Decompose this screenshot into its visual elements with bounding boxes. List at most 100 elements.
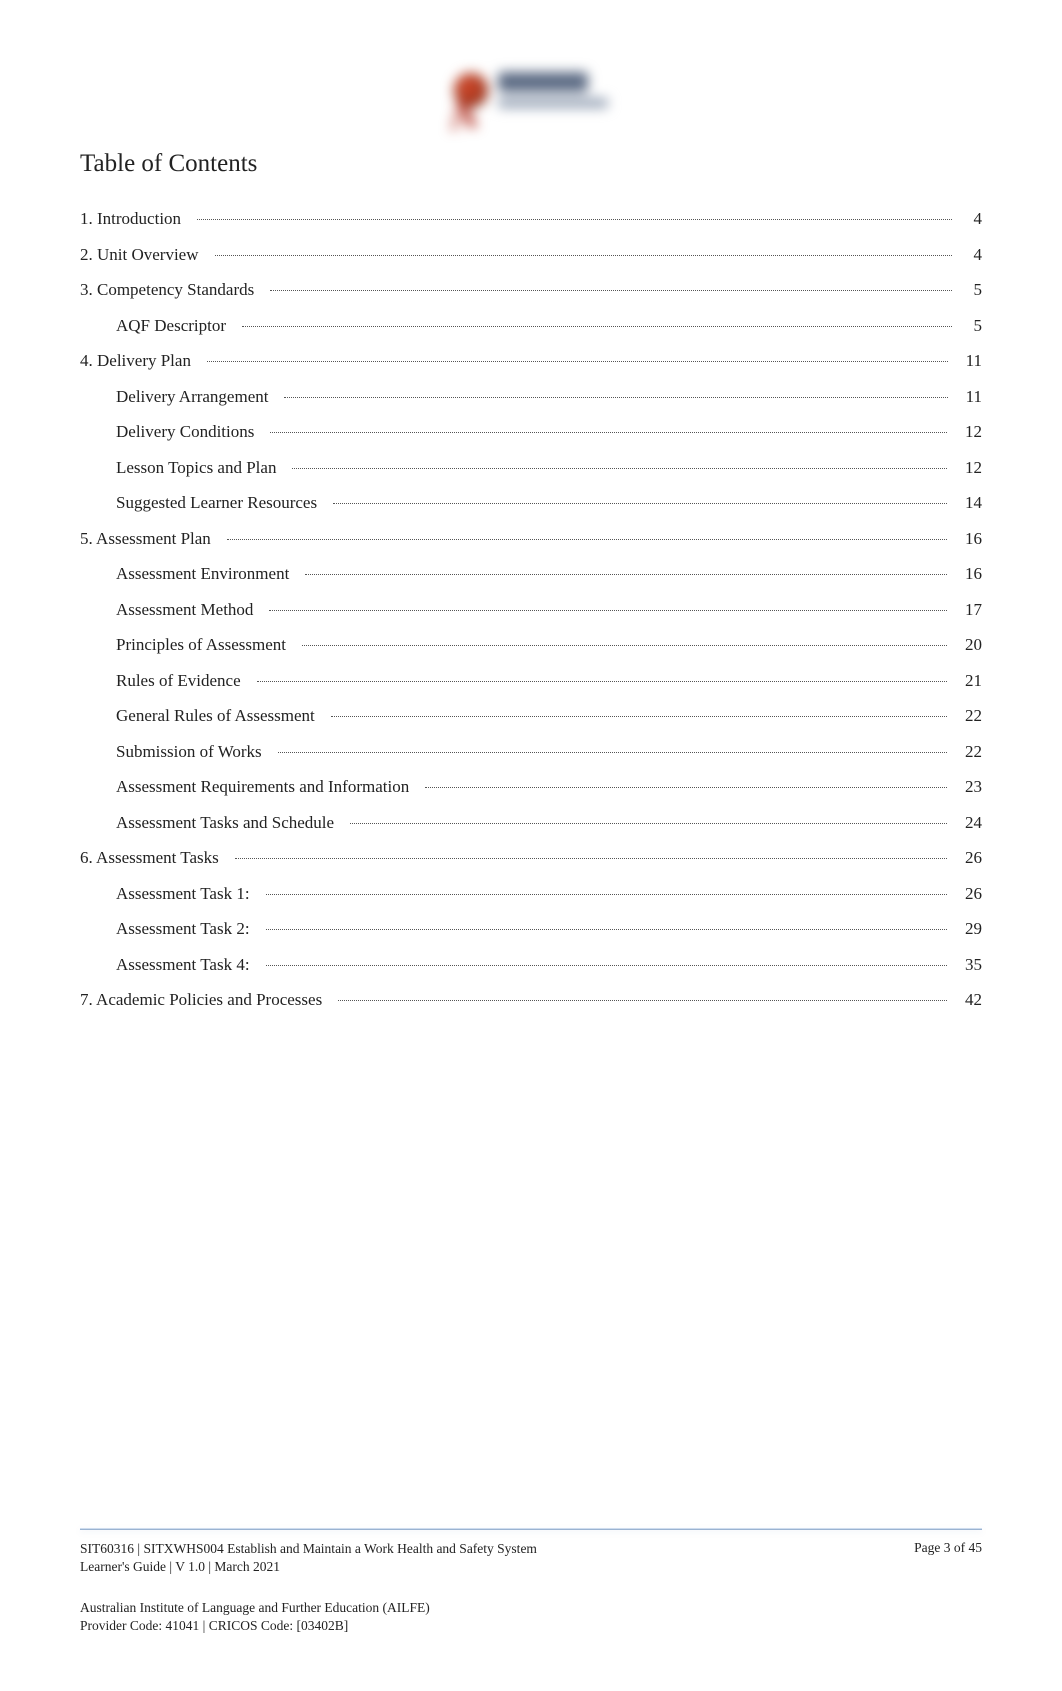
toc-leader-dots [302,645,947,646]
toc-row: Rules of Evidence 21 [80,668,982,694]
institution-logo-blurred: A [421,50,641,130]
toc-leader-dots [425,787,947,788]
toc-leader-dots [284,397,947,398]
toc-entry-label: 1. Introduction [80,206,193,232]
toc-entry-label: Lesson Topics and Plan [116,455,288,481]
toc-row: 6. Assessment Tasks 26 [80,845,982,871]
toc-leader-dots [331,716,947,717]
toc-row: 1. Introduction 4 [80,206,982,232]
toc-entry-page: 26 [951,845,982,871]
toc-entry-page: 20 [951,632,982,658]
toc-row: Assessment Tasks and Schedule 24 [80,810,982,836]
toc-entry-page: 42 [951,987,982,1013]
toc-entry-label: 6. Assessment Tasks [80,845,231,871]
toc-leader-dots [350,823,947,824]
toc-entry-label: Assessment Task 2: [116,916,262,942]
toc-row: AQF Descriptor 5 [80,313,982,339]
page-footer: SIT60316 | SITXWHS004 Establish and Main… [80,1528,982,1635]
toc-leader-dots [257,681,947,682]
toc-row: Delivery Conditions 12 [80,419,982,445]
toc-entry-label: Principles of Assessment [116,632,298,658]
toc-entry-label: 2. Unit Overview [80,242,211,268]
toc-leader-dots [269,610,947,611]
toc-entry-label: Assessment Environment [116,561,301,587]
document-page: A Table of Contents 1. Introduction42. U… [0,0,1062,1691]
toc-entry-label: Delivery Conditions [116,419,266,445]
toc-leader-dots [292,468,947,469]
toc-leader-dots [235,858,947,859]
toc-row: Assessment Task 4: 35 [80,952,982,978]
toc-entry-label: Assessment Task 4: [116,952,262,978]
toc-row: Submission of Works22 [80,739,982,765]
toc-entry-page: 23 [951,774,982,800]
toc-leader-dots [227,539,947,540]
toc-row: 2. Unit Overview 4 [80,242,982,268]
toc-entry-label: Suggested Learner Resources [116,490,329,516]
toc-leader-dots [333,503,947,504]
toc-leader-dots [197,219,952,220]
toc-leader-dots [266,965,947,966]
toc-entry-page: 16 [951,526,982,552]
toc-entry-label: Assessment Tasks and Schedule [116,810,346,836]
toc-heading: Table of Contents [80,150,982,178]
table-of-contents: 1. Introduction 4 2. Unit Overview 4 3. Comp… [80,206,982,1013]
footer-org-name: Australian Institute of Language and Fur… [80,1599,982,1617]
toc-row: 5. Assessment Plan16 [80,526,982,552]
toc-entry-page: 5 [956,277,982,303]
toc-row: Lesson Topics and Plan 12 [80,455,982,481]
toc-entry-page: 11 [952,384,982,410]
logo-area: A [80,50,982,130]
toc-entry-label: General Rules of Assessment [116,703,327,729]
toc-leader-dots [242,326,952,327]
toc-entry-page: 24 [951,810,982,836]
toc-entry-label: 3. Competency Standards [80,277,266,303]
footer-line-1: SIT60316 | SITXWHS004 Establish and Main… [80,1540,982,1576]
toc-entry-page: 11 [952,348,982,374]
toc-entry-page: 35 [951,952,982,978]
toc-leader-dots [338,1000,947,1001]
toc-entry-label: Rules of Evidence [116,668,253,694]
toc-row: Delivery Arrangement 11 [80,384,982,410]
toc-row: Assessment Task 2: 29 [80,916,982,942]
toc-entry-page: 22 [951,703,982,729]
toc-entry-page: 21 [951,668,982,694]
toc-row: General Rules of Assessment 22 [80,703,982,729]
toc-row: 4. Delivery Plan 11 [80,348,982,374]
toc-entry-page: 16 [951,561,982,587]
toc-leader-dots [266,894,947,895]
toc-row: Principles of Assessment 20 [80,632,982,658]
toc-leader-dots [278,752,947,753]
toc-entry-page: 14 [951,490,982,516]
toc-entry-label: Delivery Arrangement [116,384,280,410]
toc-entry-page: 4 [956,242,982,268]
toc-row: Suggested Learner Resources 14 [80,490,982,516]
toc-entry-page: 5 [956,313,982,339]
toc-row: Assessment Task 1: 26 [80,881,982,907]
toc-entry-label: Submission of Works [116,739,274,765]
toc-leader-dots [305,574,947,575]
toc-entry-page: 12 [951,419,982,445]
toc-leader-dots [266,929,947,930]
toc-entry-page: 12 [951,455,982,481]
toc-leader-dots [207,361,948,362]
toc-leader-dots [215,255,952,256]
footer-doc-version: Learner's Guide | V 1.0 | March 2021 [80,1558,537,1576]
toc-row: 3. Competency Standards 5 [80,277,982,303]
toc-entry-label: 4. Delivery Plan [80,348,203,374]
footer-rule [80,1528,982,1530]
toc-row: Assessment Requirements and Information2… [80,774,982,800]
toc-entry-label: Assessment Task 1: [116,881,262,907]
toc-entry-label: Assessment Method [116,597,265,623]
toc-entry-page: 26 [951,881,982,907]
footer-doc-title: SIT60316 | SITXWHS004 Establish and Main… [80,1540,537,1558]
toc-entry-page: 17 [951,597,982,623]
toc-leader-dots [270,290,952,291]
toc-entry-label: 7. Academic Policies and Processes [80,987,334,1013]
toc-entry-page: 29 [951,916,982,942]
toc-entry-page: 4 [956,206,982,232]
toc-entry-label: AQF Descriptor [116,313,238,339]
toc-row: Assessment Method 17 [80,597,982,623]
toc-leader-dots [270,432,947,433]
footer-provider-codes: Provider Code: 41041 | CRICOS Code: [034… [80,1617,982,1635]
page-number: Page 3 of 45 [914,1540,982,1576]
